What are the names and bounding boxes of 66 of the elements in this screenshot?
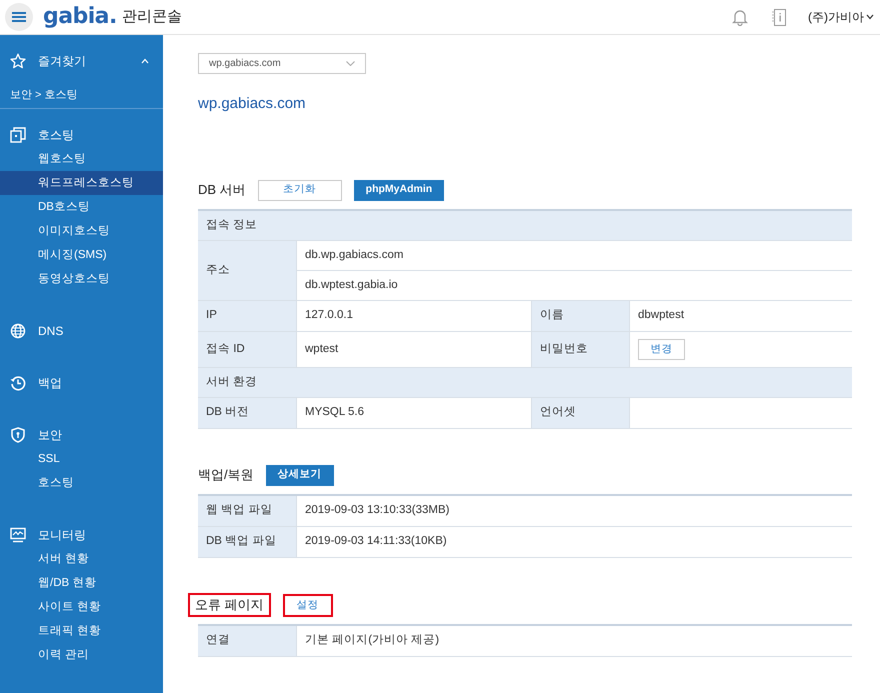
table-label-cell: 서버 환경: [198, 368, 852, 398]
sidebar-item[interactable]: 서버 현황: [0, 547, 163, 571]
sidebar-item[interactable]: 이미지호스팅: [0, 219, 163, 243]
sidebar-item[interactable]: 웹/DB 현황: [0, 571, 163, 595]
table-label-cell: 비밀번호: [531, 332, 629, 368]
table-label-cell: 웹 백업 파일: [198, 496, 296, 527]
favorites-header[interactable]: 즐겨찾기: [0, 35, 163, 87]
section-title: 오류 페이지: [188, 593, 271, 617]
table-cell: db.wptest.gabia.io: [296, 271, 852, 301]
table-label-cell: 접속 정보: [198, 211, 852, 241]
table-cell: 127.0.0.1: [296, 301, 531, 332]
table-label-cell: 주소: [198, 241, 296, 301]
account-menu[interactable]: (주)가비아: [808, 8, 874, 26]
domain-dropdown[interactable]: wp.gabiacs.com: [198, 53, 366, 74]
sidebar-group-label[interactable]: DNS: [38, 322, 64, 340]
table-label-cell: 이름: [531, 301, 629, 332]
section-title: 백업/복원: [198, 466, 254, 484]
table-label-cell: DB 백업 파일: [198, 527, 296, 558]
section-title: DB 서버: [198, 181, 246, 199]
table-label-cell: 접속 ID: [198, 332, 296, 368]
table-cell: dbwptest: [629, 301, 852, 332]
table-cell: db.wp.gabiacs.com: [296, 241, 852, 271]
sidebar-item[interactable]: 트래픽 현황: [0, 619, 163, 643]
info-icon[interactable]: [772, 8, 786, 26]
table-label-cell: DB 버전: [198, 398, 296, 429]
action-button[interactable]: 초기화: [258, 180, 342, 200]
table-cell: 2019-09-03 13:10:33(33MB): [296, 496, 852, 527]
product-name: 관리콘솔: [122, 6, 182, 27]
sidebar-item[interactable]: DB호스팅: [0, 195, 163, 219]
table-label-cell: 언어셋: [531, 398, 629, 429]
table-label-cell: 연결: [198, 626, 296, 657]
change-button[interactable]: 변경: [638, 339, 685, 360]
caret-icon: [346, 61, 355, 66]
sidebar-item[interactable]: 호스팅: [0, 471, 163, 495]
globe-icon: [10, 323, 26, 339]
favorites-label: 즐겨찾기: [38, 53, 86, 70]
sidebar-item[interactable]: 메시징(SMS): [0, 243, 163, 267]
site-title: wp.gabiacs.com: [198, 94, 307, 114]
action-button[interactable]: 설정: [282, 594, 333, 617]
history-icon: [10, 375, 26, 391]
menu-icon[interactable]: [5, 3, 33, 31]
caret-icon: [866, 14, 874, 20]
sidebar-group-label[interactable]: 보안: [38, 426, 62, 444]
sidebar-group-label[interactable]: 모니터링: [38, 526, 86, 544]
action-button[interactable]: phpMyAdmin: [354, 180, 444, 200]
sidebar-group-label[interactable]: 백업: [38, 374, 62, 392]
box-stack-icon: [10, 127, 26, 143]
sidebar-item[interactable]: 워드프레스호스팅: [0, 171, 163, 195]
table-label-cell: IP: [198, 301, 296, 332]
sidebar-item[interactable]: 사이트 현황: [0, 595, 163, 619]
monitor-icon: [10, 527, 26, 543]
sidebar-item[interactable]: 웹호스팅: [0, 147, 163, 171]
shield-icon: [10, 427, 26, 443]
breadcrumb-link[interactable]: 보안 > 호스팅: [0, 87, 163, 103]
table-cell: wptest: [296, 332, 531, 368]
table-cell: 2019-09-03 14:11:33(10KB): [296, 527, 852, 558]
sidebar-group-label[interactable]: 호스팅: [38, 126, 74, 144]
table-cell: MYSQL 5.6: [296, 398, 531, 429]
sidebar-item[interactable]: 이력 관리: [0, 643, 163, 667]
bell-icon[interactable]: [732, 8, 748, 26]
logo[interactable]: gabia.: [43, 6, 117, 28]
table-cell: 기본 페이지(가비아 제공): [296, 626, 852, 657]
star-icon: [10, 53, 26, 69]
sidebar-item[interactable]: SSL: [0, 447, 163, 471]
sidebar-item[interactable]: 동영상호스팅: [0, 267, 163, 291]
action-button[interactable]: 상세보기: [266, 464, 334, 486]
